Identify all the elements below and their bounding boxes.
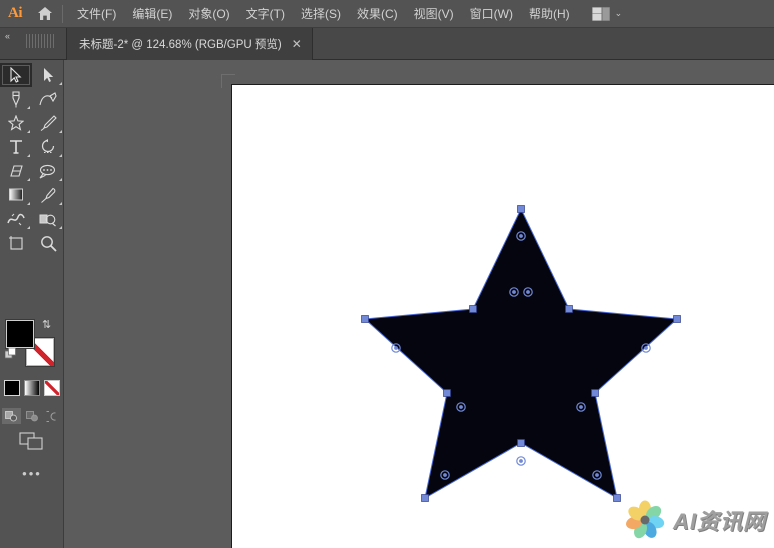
menu-type[interactable]: 文字(T) bbox=[238, 1, 293, 26]
tool-flyout-indicator bbox=[27, 106, 30, 109]
curvature-tool[interactable] bbox=[32, 87, 64, 111]
draw-mode-buttons bbox=[2, 408, 62, 424]
artboard-tool[interactable] bbox=[0, 231, 32, 255]
canvas-area[interactable]: AI资讯网 bbox=[64, 60, 774, 548]
app-logo: Ai bbox=[8, 5, 23, 21]
fill-swatch[interactable] bbox=[6, 320, 34, 348]
selection-tool[interactable] bbox=[0, 63, 32, 87]
tool-grid bbox=[0, 63, 64, 255]
menu-help[interactable]: 帮助(H) bbox=[521, 1, 578, 26]
tool-flyout-indicator bbox=[27, 178, 30, 181]
panel-drag-handle[interactable] bbox=[26, 34, 56, 48]
shape-builder-tool[interactable] bbox=[32, 207, 64, 231]
illustrator-window: Ai 文件(F) 编辑(E) 对象(O) 文字(T) 选择(S) 效果(C) 视… bbox=[0, 0, 774, 548]
pen-tool[interactable] bbox=[0, 87, 32, 111]
document-tab-label: 未标题-2* @ 124.68% (RGB/GPU 预览) bbox=[79, 39, 282, 51]
paint-type-buttons bbox=[4, 380, 62, 396]
menu-effect[interactable]: 效果(C) bbox=[349, 1, 406, 26]
workspace-layout-icon bbox=[591, 6, 610, 21]
tool-flyout-indicator bbox=[59, 178, 62, 181]
document-tab-bar: « 未标题-2* @ 124.68% (RGB/GPU 预览) ✕ bbox=[0, 28, 774, 60]
type-tool[interactable] bbox=[0, 135, 32, 159]
tool-flyout-indicator bbox=[27, 226, 30, 229]
star-shape-tool[interactable] bbox=[0, 111, 32, 135]
menu-select[interactable]: 选择(S) bbox=[293, 1, 349, 26]
menu-edit[interactable]: 编辑(E) bbox=[124, 1, 180, 26]
paintbrush-tool[interactable] bbox=[32, 111, 64, 135]
menu-bar: Ai 文件(F) 编辑(E) 对象(O) 文字(T) 选择(S) 效果(C) 视… bbox=[0, 0, 774, 28]
draw-normal-mode[interactable] bbox=[2, 408, 21, 424]
tool-flyout-indicator bbox=[59, 154, 62, 157]
eyedropper-tool[interactable] bbox=[32, 183, 64, 207]
screen-mode-button[interactable] bbox=[0, 430, 64, 452]
artboard[interactable] bbox=[231, 84, 774, 548]
menu-window[interactable]: 窗口(W) bbox=[462, 1, 521, 26]
shaper-tool[interactable] bbox=[32, 159, 64, 183]
document-tab[interactable]: 未标题-2* @ 124.68% (RGB/GPU 预览) ✕ bbox=[66, 28, 313, 60]
none-button[interactable] bbox=[44, 380, 60, 396]
tools-panel: ⇅ ••• bbox=[0, 60, 64, 548]
gradient-tool[interactable] bbox=[0, 183, 32, 207]
home-icon[interactable] bbox=[30, 0, 60, 28]
default-fill-stroke-icon[interactable] bbox=[5, 348, 16, 359]
draw-inside-mode[interactable] bbox=[43, 408, 62, 424]
tool-flyout-indicator bbox=[59, 82, 62, 85]
rotate-tool[interactable] bbox=[32, 135, 64, 159]
watermark-text: AI资讯网 bbox=[672, 509, 766, 534]
chevron-down-icon: ⌄ bbox=[614, 8, 623, 18]
direct-selection-tool[interactable] bbox=[32, 63, 64, 87]
collapse-panel-icon[interactable]: « bbox=[5, 31, 10, 41]
close-icon[interactable]: ✕ bbox=[292, 38, 302, 50]
edit-toolbar-button[interactable]: ••• bbox=[0, 465, 64, 481]
eraser-tool[interactable] bbox=[0, 159, 32, 183]
artwork-layer bbox=[361, 205, 681, 502]
tool-flyout-indicator bbox=[27, 130, 30, 133]
zoom-tool[interactable] bbox=[32, 231, 64, 255]
menu-view[interactable]: 视图(V) bbox=[406, 1, 462, 26]
menu-object[interactable]: 对象(O) bbox=[180, 1, 237, 26]
gradient-button[interactable] bbox=[24, 380, 40, 396]
draw-behind-mode[interactable] bbox=[23, 408, 42, 424]
menu-separator bbox=[62, 4, 63, 23]
tool-flyout-indicator bbox=[27, 154, 30, 157]
menu-file[interactable]: 文件(F) bbox=[69, 1, 124, 26]
width-tool[interactable] bbox=[0, 207, 32, 231]
swap-fill-stroke-icon[interactable]: ⇅ bbox=[42, 318, 51, 331]
flower-pinwheel-logo bbox=[626, 500, 665, 539]
workspace-switcher[interactable]: ⌄ bbox=[591, 6, 623, 21]
tool-flyout-indicator bbox=[59, 226, 62, 229]
menu-item-list: 文件(F) 编辑(E) 对象(O) 文字(T) 选择(S) 效果(C) 视图(V… bbox=[69, 1, 578, 26]
tool-flyout-indicator bbox=[59, 202, 62, 205]
tool-flyout-indicator bbox=[59, 130, 62, 133]
star-path[interactable] bbox=[365, 209, 677, 498]
watermark: AI资讯网 bbox=[623, 500, 766, 540]
color-button[interactable] bbox=[4, 380, 20, 396]
tool-flyout-indicator bbox=[27, 202, 30, 205]
